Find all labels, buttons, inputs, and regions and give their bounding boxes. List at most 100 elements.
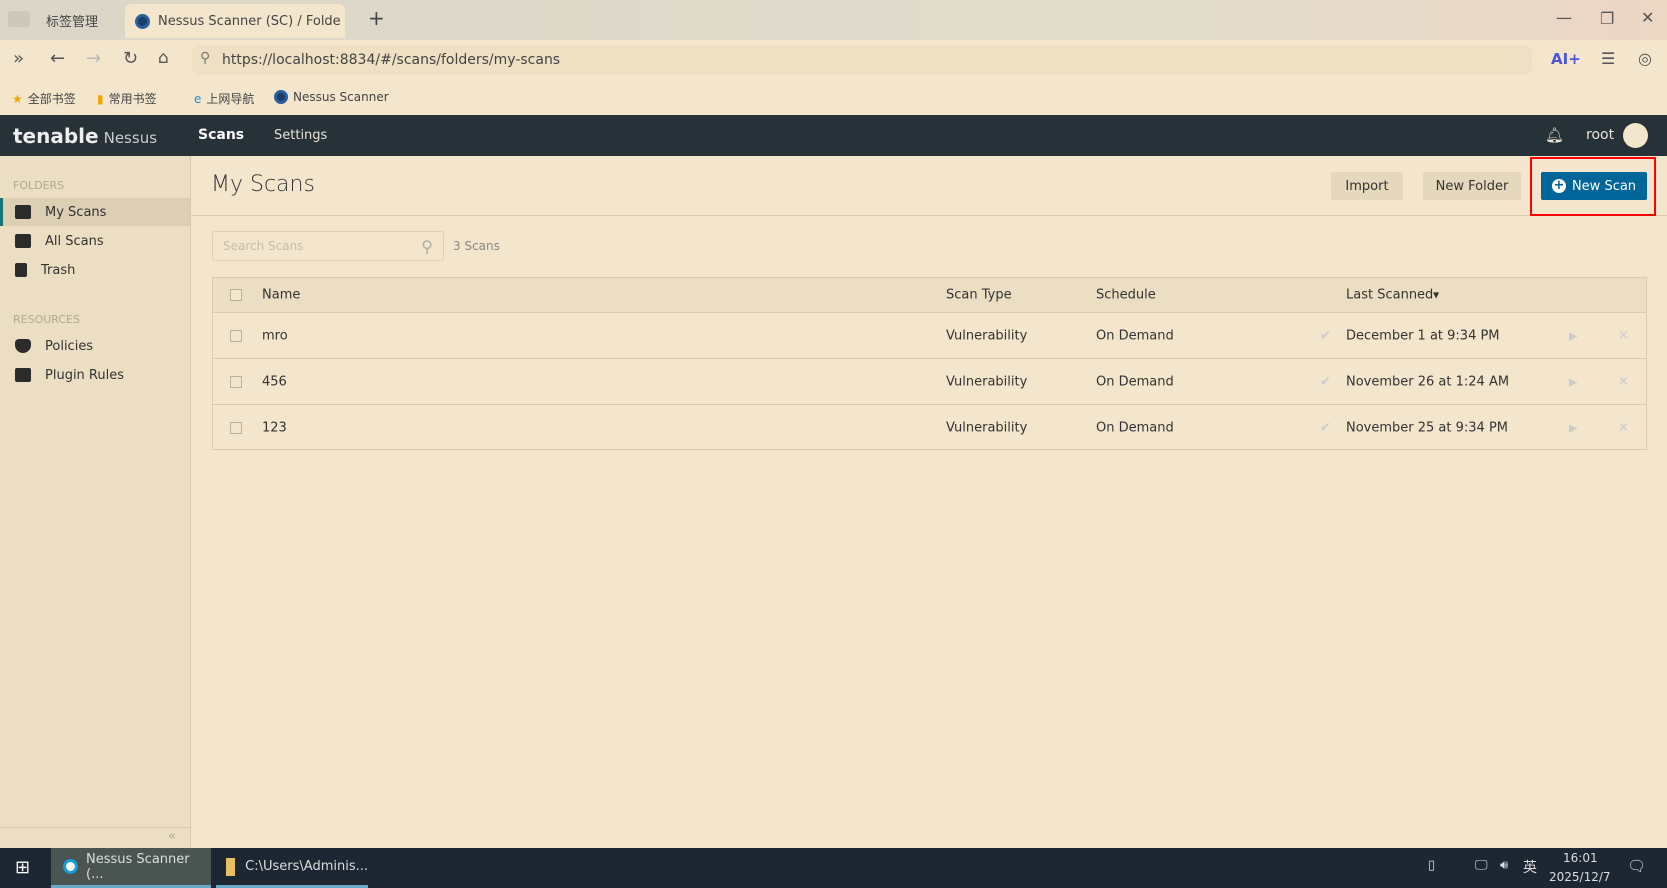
tab-manager[interactable]: 标签管理 <box>46 11 98 30</box>
notification-icon[interactable]: 🗨︎ <box>1627 857 1646 875</box>
row-checkbox[interactable] <box>230 329 242 342</box>
clock-time[interactable]: 16:01 <box>1563 851 1598 865</box>
scan-type: Vulnerability <box>946 420 1028 435</box>
bookmark-label: 全部书签 <box>27 92 76 106</box>
check-icon: ✔ <box>1320 420 1331 435</box>
taskbar-app-explorer[interactable]: C:\Users\Adminis... <box>216 848 368 888</box>
page-title: My Scans <box>211 172 315 197</box>
sidebar-item-label: My Scans <box>45 204 107 220</box>
new-tab-icon[interactable]: + <box>368 6 385 30</box>
table-header: Name Scan Type Schedule Last Scanned ▼ <box>213 278 1646 312</box>
new-folder-button[interactable]: New Folder <box>1423 172 1521 200</box>
usb-icon[interactable]: ▯ <box>1428 858 1435 873</box>
volume-icon[interactable]: 🔊︎ <box>1500 858 1508 873</box>
user-name[interactable]: root <box>1586 127 1614 143</box>
plus-circle-icon: + <box>1551 178 1566 193</box>
column-scan-type[interactable]: Scan Type <box>946 288 1012 303</box>
bookmark-nessus[interactable]: Nessus Scanner <box>274 90 389 104</box>
column-schedule[interactable]: Schedule <box>1096 288 1156 303</box>
star-icon: ★ <box>12 91 23 106</box>
nessus-favicon-icon <box>135 13 150 29</box>
sort-desc-icon[interactable]: ▼ <box>1433 291 1439 300</box>
browser-tab-bar: 标签管理 Nessus Scanner (SC) / Folde ✕ + — ❐… <box>0 0 1667 40</box>
bookmark-label: 上网导航 <box>206 92 255 106</box>
reload-icon[interactable]: ↻ <box>123 48 138 69</box>
import-button[interactable]: Import <box>1331 172 1403 200</box>
row-checkbox[interactable] <box>230 375 242 388</box>
folder-icon <box>15 234 31 248</box>
taskbar-app-label: C:\Users\Adminis... <box>245 859 368 874</box>
profile-icon[interactable]: ◎ <box>1638 49 1652 68</box>
delete-icon[interactable]: ✕ <box>1618 420 1629 435</box>
nav-settings[interactable]: Settings <box>274 128 327 143</box>
row-checkbox[interactable] <box>230 421 242 434</box>
sidebar-item-label: All Scans <box>45 233 104 249</box>
main-content: My Scans Import New Folder + New Scan Se… <box>191 156 1667 848</box>
scan-name[interactable]: mro <box>262 328 288 343</box>
clock-date[interactable]: 2025/12/7 <box>1549 870 1611 884</box>
browser-tab-active[interactable]: Nessus Scanner (SC) / Folde ✕ <box>125 4 345 38</box>
sidebar-item-policies[interactable]: Policies <box>0 332 190 360</box>
scan-type: Vulnerability <box>946 374 1028 389</box>
home-icon[interactable]: ⌂ <box>158 48 169 68</box>
expand-icon[interactable]: » <box>13 48 24 69</box>
column-last-scanned[interactable]: Last Scanned <box>1346 288 1433 303</box>
windows-start-icon[interactable]: ⊞ <box>15 857 30 878</box>
new-scan-label: New Scan <box>1571 178 1637 194</box>
ime-indicator[interactable]: 英 <box>1523 857 1537 877</box>
delete-icon[interactable]: ✕ <box>1618 374 1629 389</box>
scan-name[interactable]: 123 <box>262 420 287 435</box>
table-row[interactable]: 123 Vulnerability On Demand ✔ November 2… <box>213 404 1646 450</box>
bookmark-nav[interactable]: e 上网导航 <box>194 90 254 107</box>
sidebar-item-my-scans[interactable]: My Scans <box>0 198 190 226</box>
select-all-checkbox[interactable] <box>230 289 242 301</box>
column-name[interactable]: Name <box>262 288 300 303</box>
network-icon[interactable]: 🖵︎ <box>1475 858 1488 873</box>
sidebar-toggle-icon[interactable] <box>8 11 30 27</box>
new-scan-button[interactable]: + New Scan <box>1541 172 1647 200</box>
sidebar-item-plugin-rules[interactable]: Plugin Rules <box>0 361 190 389</box>
url-bar[interactable]: ⚲ https://localhost:8834/#/scans/folders… <box>192 45 1532 75</box>
sidebar-item-label: Plugin Rules <box>45 367 124 383</box>
browser-icon <box>63 859 78 874</box>
table-row[interactable]: mro Vulnerability On Demand ✔ December 1… <box>213 312 1646 358</box>
launch-icon[interactable]: ▶ <box>1569 421 1577 434</box>
scan-type: Vulnerability <box>946 328 1028 343</box>
restore-icon[interactable]: ❐ <box>1600 9 1614 28</box>
delete-icon[interactable]: ✕ <box>1618 328 1629 343</box>
logo-product: Nessus <box>103 129 158 147</box>
collapse-sidebar-icon[interactable]: « <box>168 829 176 844</box>
forward-icon[interactable]: → <box>86 48 101 69</box>
taskbar: ⊞ Nessus Scanner (... C:\Users\Adminis..… <box>0 848 1667 888</box>
bookmark-label: Nessus Scanner <box>293 90 389 104</box>
scan-schedule: On Demand <box>1096 420 1174 435</box>
sidebar-item-trash[interactable]: Trash <box>0 256 190 284</box>
tab-title: Nessus Scanner (SC) / Folde <box>158 13 341 29</box>
tenable-logo[interactable]: tenable Nessus <box>13 124 157 148</box>
avatar[interactable] <box>1623 123 1648 148</box>
nav-scans[interactable]: Scans <box>198 127 244 143</box>
search-input[interactable]: Search Scans ⚲ <box>212 231 444 261</box>
close-window-icon[interactable]: ✕ <box>1641 8 1654 27</box>
back-icon[interactable]: ← <box>50 48 65 69</box>
taskbar-app-browser[interactable]: Nessus Scanner (... <box>51 848 211 888</box>
bookmark-all[interactable]: ★ 全部书签 <box>12 90 76 107</box>
bookmark-common[interactable]: ▮ 常用书签 <box>97 90 157 107</box>
scan-schedule: On Demand <box>1096 328 1174 343</box>
ai-button[interactable]: AI+ <box>1551 50 1581 68</box>
search-icon: ⚲ <box>200 50 211 66</box>
bell-icon[interactable]: 🔔︎ <box>1545 126 1564 144</box>
scan-name[interactable]: 456 <box>262 374 287 389</box>
minimize-icon[interactable]: — <box>1556 8 1572 27</box>
scan-schedule: On Demand <box>1096 374 1174 389</box>
sidebar-item-all-scans[interactable]: All Scans <box>0 227 190 255</box>
trash-icon <box>15 263 27 277</box>
folder-open-icon <box>15 205 31 219</box>
launch-icon[interactable]: ▶ <box>1569 375 1577 388</box>
table-row[interactable]: 456 Vulnerability On Demand ✔ November 2… <box>213 358 1646 404</box>
sidebar: FOLDERS My Scans All Scans Trash RESOURC… <box>0 156 191 848</box>
reading-list-icon[interactable]: ☰ <box>1601 49 1615 68</box>
launch-icon[interactable]: ▶ <box>1569 329 1577 342</box>
resources-heading: RESOURCES <box>13 313 80 326</box>
last-scanned: December 1 at 9:34 PM <box>1346 328 1500 343</box>
